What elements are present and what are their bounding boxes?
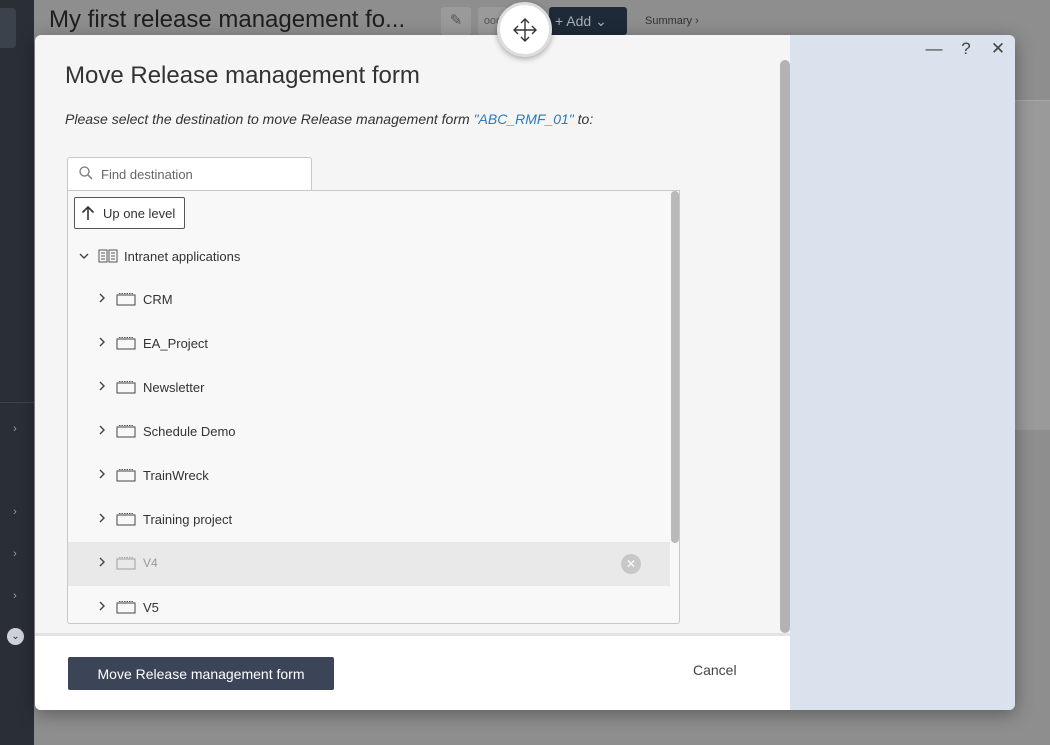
folder-icon <box>116 381 136 394</box>
add-button[interactable]: + Add ⌄ <box>549 7 627 35</box>
chevron-right-icon[interactable]: › <box>9 590 21 602</box>
cancel-button[interactable]: Cancel <box>693 662 737 678</box>
move-dialog: — ? ✕ Move Release management form Pleas… <box>35 35 1015 710</box>
blocked-icon: ✕ <box>621 554 641 574</box>
tree-item[interactable]: Newsletter <box>68 366 670 410</box>
edit-icon[interactable]: ✎ <box>441 7 471 35</box>
app-sidebar: › › › › ⌄ <box>0 0 34 745</box>
tree-item-label: EA_Project <box>143 336 209 351</box>
dialog-scrollbar[interactable] <box>780 60 790 633</box>
tree-item[interactable]: TrainWreck <box>68 454 670 498</box>
window-controls: — ? ✕ <box>925 39 1007 59</box>
tree-item-label: Training project <box>143 512 233 527</box>
tree-item-label: Schedule Demo <box>143 424 236 439</box>
dialog-side-panel <box>790 35 1015 710</box>
move-button[interactable]: Move Release management form <box>68 657 334 690</box>
page-title: My first release management fo... <box>49 6 406 33</box>
minimize-icon[interactable]: — <box>925 39 943 59</box>
move-arrows-icon <box>512 17 537 42</box>
chevron-right-icon[interactable]: › <box>9 506 21 518</box>
folder-icon <box>116 337 136 350</box>
help-icon[interactable]: ? <box>957 39 975 59</box>
tree-item[interactable]: V5 <box>68 586 670 623</box>
instruction-suffix: to: <box>573 111 594 127</box>
search-input[interactable] <box>101 164 301 184</box>
chevron-right-icon[interactable] <box>96 468 108 480</box>
tree-item[interactable]: CRM <box>68 278 670 322</box>
folder-icon <box>116 293 136 306</box>
instruction-text: Please select the destination to move Re… <box>65 111 474 127</box>
chevron-right-icon[interactable]: › <box>9 548 21 560</box>
sidebar-tab[interactable] <box>0 8 16 48</box>
dialog-instruction: Please select the destination to move Re… <box>65 111 593 127</box>
tree-scrollbar[interactable] <box>671 191 679 543</box>
tree-root-label: Intranet applications <box>124 248 241 264</box>
chevron-right-icon[interactable] <box>96 424 108 436</box>
chevron-right-icon[interactable] <box>96 292 108 304</box>
dialog-title: Move Release management form <box>65 62 420 89</box>
arrow-up-icon <box>81 205 95 220</box>
folder-icon <box>116 425 136 438</box>
dialog-footer: Move Release management form Cancel <box>35 636 790 710</box>
chevron-down-circle-icon[interactable]: ⌄ <box>7 628 24 645</box>
chevron-right-icon[interactable]: › <box>9 423 21 435</box>
close-icon[interactable]: ✕ <box>989 39 1007 59</box>
up-one-level-button[interactable]: Up one level <box>74 197 185 229</box>
background-panel <box>1015 100 1050 430</box>
tree-item-label: V4 <box>143 556 158 570</box>
summary-link[interactable]: Summary › <box>645 15 699 27</box>
tree-item-label: Newsletter <box>143 380 205 395</box>
tree-item[interactable]: Schedule Demo <box>68 410 670 454</box>
folder-icon <box>116 557 136 570</box>
tree-item-label: V5 <box>143 600 159 615</box>
chevron-down-icon[interactable] <box>78 250 90 262</box>
folder-icon <box>116 513 136 526</box>
item-name-link: "ABC_RMF_01" <box>473 111 574 127</box>
tree-item-disabled: V4 ✕ <box>68 542 670 586</box>
search-field <box>67 157 312 190</box>
chevron-right-icon[interactable] <box>96 600 108 612</box>
tree-item[interactable]: Training project <box>68 498 670 542</box>
chevron-right-icon[interactable] <box>96 556 108 568</box>
folder-icon <box>116 469 136 482</box>
tree-item-label: TrainWreck <box>143 468 209 483</box>
add-button-label: + Add <box>555 13 592 29</box>
chevron-right-icon[interactable] <box>96 512 108 524</box>
tree-root-intranet-applications[interactable]: Intranet applications <box>78 243 240 269</box>
tree-item-label: CRM <box>143 292 173 307</box>
book-icon <box>98 249 118 263</box>
destination-tree: Up one level Intranet applications CRM E… <box>67 190 680 624</box>
tree-item[interactable]: EA_Project <box>68 322 670 366</box>
chevron-right-icon[interactable] <box>96 336 108 348</box>
folder-icon <box>116 601 136 614</box>
sidebar-divider <box>0 402 34 403</box>
up-one-level-label: Up one level <box>103 205 176 221</box>
move-handle-icon[interactable] <box>497 2 552 57</box>
search-icon <box>79 166 93 180</box>
chevron-right-icon[interactable] <box>96 380 108 392</box>
